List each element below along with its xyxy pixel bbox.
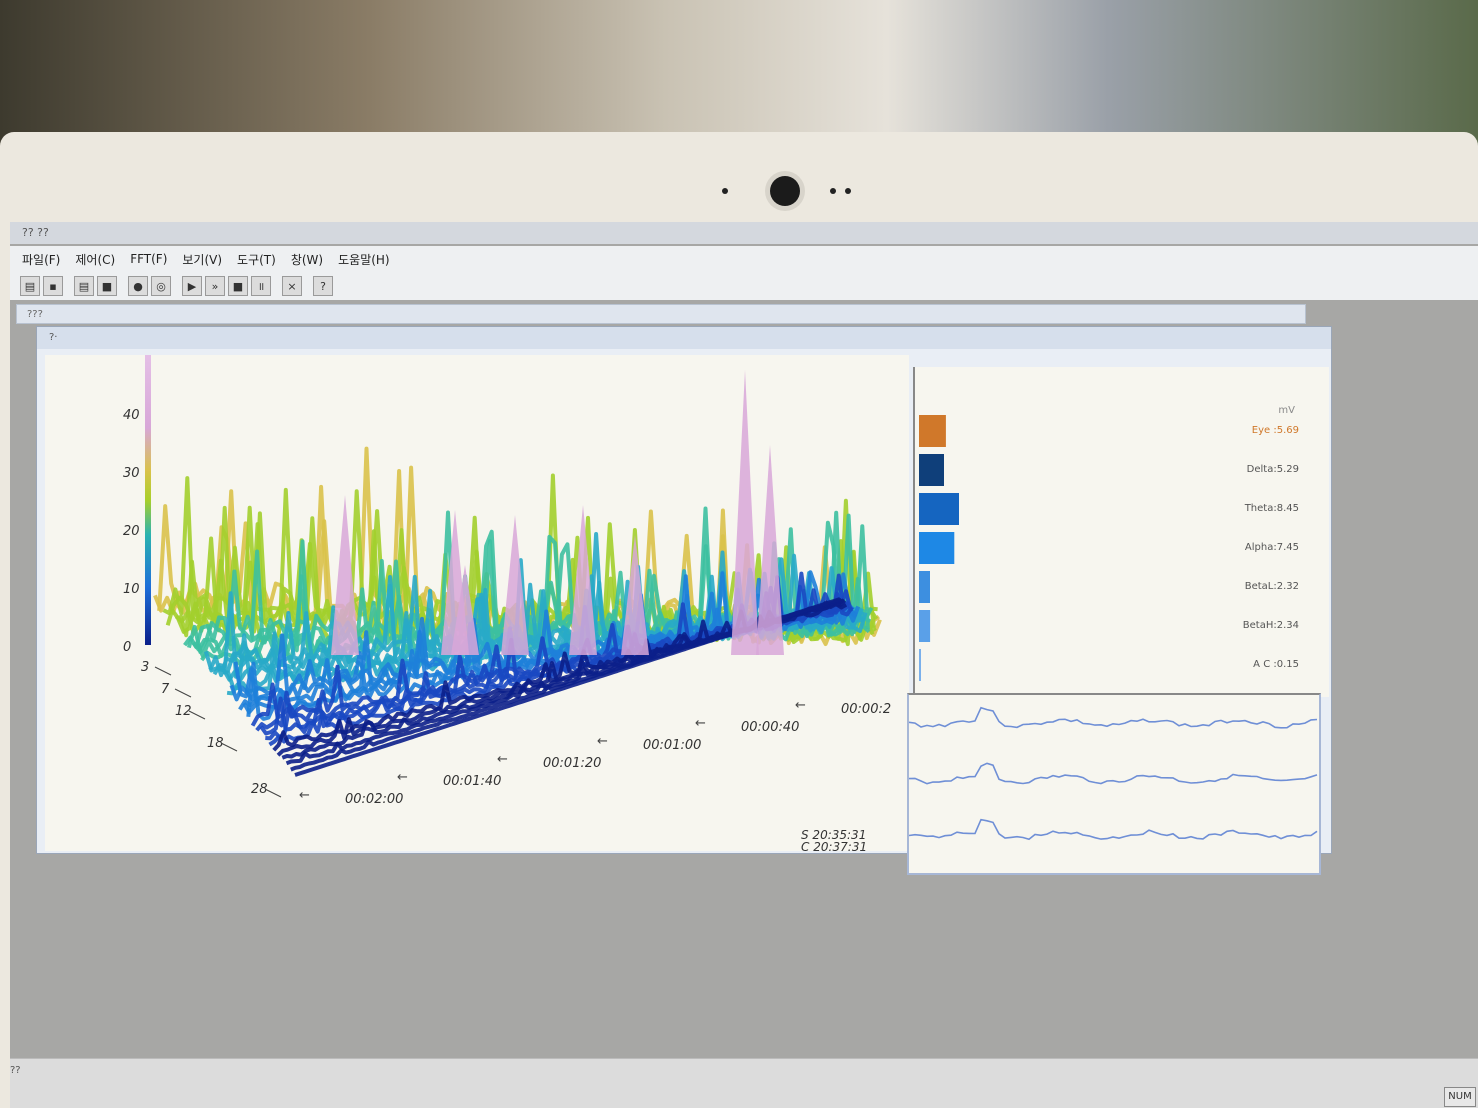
time-arrow-icon: ← (597, 734, 608, 749)
band-power-panel: mV Eye :5.69 Delta:5.29 Theta:8.45 Alpha:7.… (913, 367, 1329, 697)
menu-control[interactable]: 제어(C) (75, 251, 115, 268)
fft-window: ?· 0 10 20 30 40 3 7 12 18 28 00:02:00 ← 0 (36, 326, 1332, 875)
save-data-button[interactable]: ■ (97, 276, 117, 296)
frequency-tick-label: 7 (161, 682, 170, 697)
play-icon: ▶ (187, 279, 197, 293)
surface-peak (731, 370, 759, 655)
band-bar (919, 454, 944, 486)
z-tick-label: 40 (123, 408, 140, 423)
time-tick-label: 00:01:40 (443, 774, 501, 789)
time-arrow-icon: ← (299, 788, 310, 803)
help-icon: ? (320, 279, 326, 293)
band-bar (919, 415, 946, 447)
band-unit-label: mV (1278, 405, 1295, 416)
spectrum-3d-plot: 0 10 20 30 40 3 7 12 18 28 00:02:00 ← 00:01:40 ← 00:01… (45, 355, 909, 854)
camera-indicator-right-2 (845, 188, 851, 194)
pause-button[interactable]: ॥ (251, 276, 271, 296)
time-tick-label: 00:01:20 (543, 756, 601, 771)
time-tick-label: 00:00:40 (741, 720, 799, 735)
surface-chart: 0102030403712182800:02:00←00:01:40←00:01… (123, 355, 891, 854)
stop-icon: ■ (232, 279, 244, 293)
band-power-chart: mV Eye :5.69 Delta:5.29 Theta:8.45 Alpha:7.… (919, 405, 1299, 681)
z-tick-label: 10 (123, 582, 140, 597)
band-bar (919, 649, 921, 681)
webcam-icon (770, 176, 800, 206)
app-title-bar: ?? ?? (10, 222, 1478, 244)
eeg-trace (908, 762, 1318, 785)
band-label: BetaH:2.34 (1243, 620, 1299, 631)
current-time-label: C 20:37:31 (801, 840, 867, 851)
folder-icon: ▤ (24, 279, 36, 293)
fast-forward-button[interactable]: » (205, 276, 225, 296)
z-color-scale (145, 355, 151, 645)
eeg-trace (908, 818, 1318, 841)
open-data-button[interactable]: ▤ (74, 276, 94, 296)
menu-fft[interactable]: FFT(F) (130, 252, 167, 266)
z-tick-label: 20 (123, 524, 140, 539)
eeg-trace (908, 706, 1318, 729)
band-label: Delta:5.29 (1247, 464, 1299, 475)
eye-icon: ◎ (156, 279, 166, 293)
save-button[interactable]: ▪ (43, 276, 63, 296)
app-screen: ?? ?? 파일(F) 제어(C) FFT(F) 보기(V) 도구(T) 창(W… (10, 222, 1478, 1108)
record-icon: ● (133, 279, 143, 293)
record-button[interactable]: ● (128, 276, 148, 296)
play-button[interactable]: ▶ (182, 276, 202, 296)
disk-icon: ▪ (49, 279, 57, 293)
band-bar (919, 610, 931, 642)
raw-eeg-chart (908, 706, 1318, 841)
stop-button[interactable]: ■ (228, 276, 248, 296)
z-tick-label: 0 (123, 640, 131, 655)
pause-icon: ॥ (257, 279, 265, 293)
surface-peak (756, 445, 784, 655)
time-arrow-icon: ← (695, 716, 706, 731)
frequency-tick-mark (174, 688, 192, 698)
menu-tools[interactable]: 도구(T) (237, 251, 276, 268)
menu-help[interactable]: 도움말(H) (338, 251, 390, 268)
open-folder-button[interactable]: ▤ (20, 276, 40, 296)
close-icon: × (287, 279, 297, 293)
time-tick-label: 00:01:00 (643, 738, 701, 753)
fast-forward-icon: » (211, 279, 219, 293)
band-label: Theta:8.45 (1244, 503, 1299, 514)
band-bar (919, 532, 955, 564)
num-lock-indicator: NUM (1444, 1087, 1476, 1107)
fft-window-title: ?· (37, 327, 1331, 349)
band-label: BetaL:2.32 (1245, 581, 1299, 592)
frequency-tick-mark (154, 666, 172, 676)
menu-bar: 파일(F) 제어(C) FFT(F) 보기(V) 도구(T) 창(W) 도움말(… (10, 246, 1478, 272)
time-tick-label: 00:02:00 (345, 792, 403, 807)
camera-indicator-left (722, 188, 728, 194)
floppy-icon: ■ (101, 279, 113, 293)
status-text: ?? (10, 1065, 21, 1076)
time-arrow-icon: ← (397, 770, 408, 785)
time-arrow-icon: ← (795, 698, 806, 713)
monitor-button[interactable]: ◎ (151, 276, 171, 296)
menu-file[interactable]: 파일(F) (22, 251, 60, 268)
close-button[interactable]: × (282, 276, 302, 296)
background-scene (0, 0, 1478, 150)
z-tick-label: 30 (123, 466, 140, 481)
frequency-tick-label: 3 (141, 660, 149, 675)
menu-window[interactable]: 창(W) (291, 251, 323, 268)
time-arrow-icon: ← (497, 752, 508, 767)
child-window-title: ??? (16, 304, 1306, 324)
band-label: A C :0.15 (1253, 659, 1299, 670)
raw-eeg-panel (907, 693, 1321, 875)
toolbar: ▤ ▪ ▤ ■ ● ◎ ▶ » ■ ॥ × ? (10, 272, 1478, 300)
camera-indicator-right-1 (830, 188, 836, 194)
band-bar (919, 493, 959, 525)
band-label: Eye :5.69 (1252, 425, 1299, 436)
status-bar: ?? NUM (10, 1058, 1478, 1108)
menu-view[interactable]: 보기(V) (182, 251, 222, 268)
time-tick-label: 00:00:2 (841, 702, 891, 717)
help-button[interactable]: ? (313, 276, 333, 296)
surface-peak (501, 515, 529, 655)
folder-open-icon: ▤ (78, 279, 90, 293)
band-bar (919, 571, 930, 603)
band-label: Alpha:7.45 (1245, 542, 1299, 553)
